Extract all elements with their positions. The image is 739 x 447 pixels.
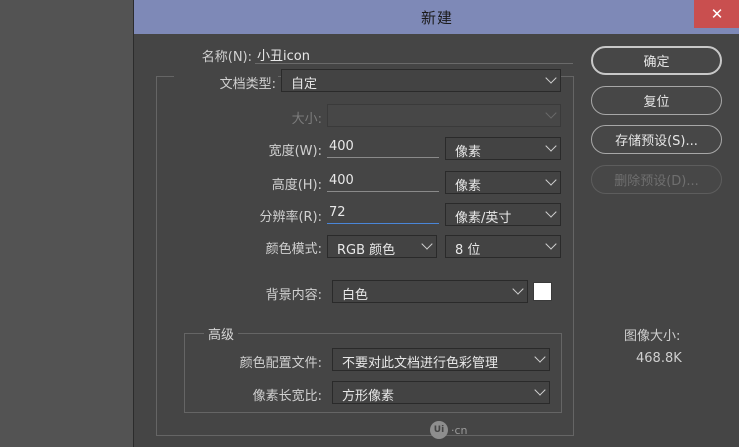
aspect-value: 方形像素 <box>342 389 395 404</box>
image-size-label: 图像大小: <box>624 329 681 344</box>
height-unit-select[interactable]: 像素 <box>445 171 561 194</box>
resolution-label: 分辨率(R): <box>259 210 322 225</box>
height-label: 高度(H): <box>271 178 322 193</box>
chevron-down-icon <box>545 72 557 84</box>
width-unit-select[interactable]: 像素 <box>445 137 561 160</box>
resolution-unit-value: 像素/英寸 <box>455 211 512 226</box>
close-button[interactable]: ✕ <box>694 0 739 28</box>
height-input[interactable]: 400 <box>327 172 439 192</box>
chevron-down-icon <box>534 384 546 396</box>
dialog-title: 新建 <box>420 9 453 27</box>
new-document-dialog: 新建 ✕ 名称(N): 小丑icon 文档类型: 自定 大小: 宽度(W): 4… <box>133 0 739 447</box>
profile-value: 不要对此文档进行色彩管理 <box>342 356 499 371</box>
width-label: 宽度(W): <box>268 144 322 159</box>
reset-button[interactable]: 复位 <box>591 86 722 115</box>
bit-depth-value: 8 位 <box>455 243 481 258</box>
workspace-background <box>0 0 133 447</box>
width-input[interactable]: 400 <box>327 138 439 158</box>
color-mode-label: 颜色模式: <box>265 242 322 257</box>
chevron-down-icon <box>545 174 557 186</box>
doc-type-value: 自定 <box>291 77 318 92</box>
height-unit-value: 像素 <box>455 179 482 194</box>
uicn-logo-icon: Ui <box>430 421 448 439</box>
profile-label: 颜色配置文件: <box>239 356 322 371</box>
watermark-text: ·cn <box>451 423 468 437</box>
width-unit-value: 像素 <box>455 145 482 160</box>
doc-type-label: 文档类型: <box>174 73 278 92</box>
resolution-unit-select[interactable]: 像素/英寸 <box>445 203 561 226</box>
color-mode-value: RGB 颜色 <box>337 243 396 258</box>
background-value: 白色 <box>342 288 369 303</box>
chevron-down-icon <box>545 206 557 218</box>
chevron-down-icon <box>545 107 557 119</box>
close-icon: ✕ <box>710 5 724 23</box>
background-color-swatch[interactable] <box>533 282 552 301</box>
color-mode-select[interactable]: RGB 颜色 <box>327 235 437 258</box>
resolution-input[interactable]: 72 <box>327 204 439 224</box>
doc-type-select[interactable]: 自定 <box>281 69 561 92</box>
watermark: Ui ·cn <box>430 421 468 439</box>
chevron-down-icon <box>545 140 557 152</box>
delete-preset-button: 删除预设(D)... <box>591 165 722 194</box>
chevron-down-icon <box>421 238 433 250</box>
background-select[interactable]: 白色 <box>332 280 528 303</box>
save-preset-button[interactable]: 存储预设(S)... <box>591 125 722 154</box>
name-label: 名称(N): <box>201 50 252 65</box>
chevron-down-icon <box>512 283 524 295</box>
image-size-value: 468.8K <box>636 351 682 366</box>
profile-select[interactable]: 不要对此文档进行色彩管理 <box>332 348 550 371</box>
size-label: 大小: <box>291 112 322 127</box>
advanced-title: 高级 <box>204 324 239 343</box>
aspect-label: 像素长宽比: <box>252 389 322 404</box>
name-input[interactable]: 小丑icon <box>255 44 573 64</box>
chevron-down-icon <box>545 238 557 250</box>
ok-button[interactable]: 确定 <box>591 46 722 75</box>
bit-depth-select[interactable]: 8 位 <box>445 235 561 258</box>
background-label: 背景内容: <box>265 288 322 303</box>
title-bar[interactable]: 新建 ✕ <box>134 0 739 34</box>
size-select <box>327 104 561 127</box>
aspect-select[interactable]: 方形像素 <box>332 381 550 404</box>
chevron-down-icon <box>534 351 546 363</box>
